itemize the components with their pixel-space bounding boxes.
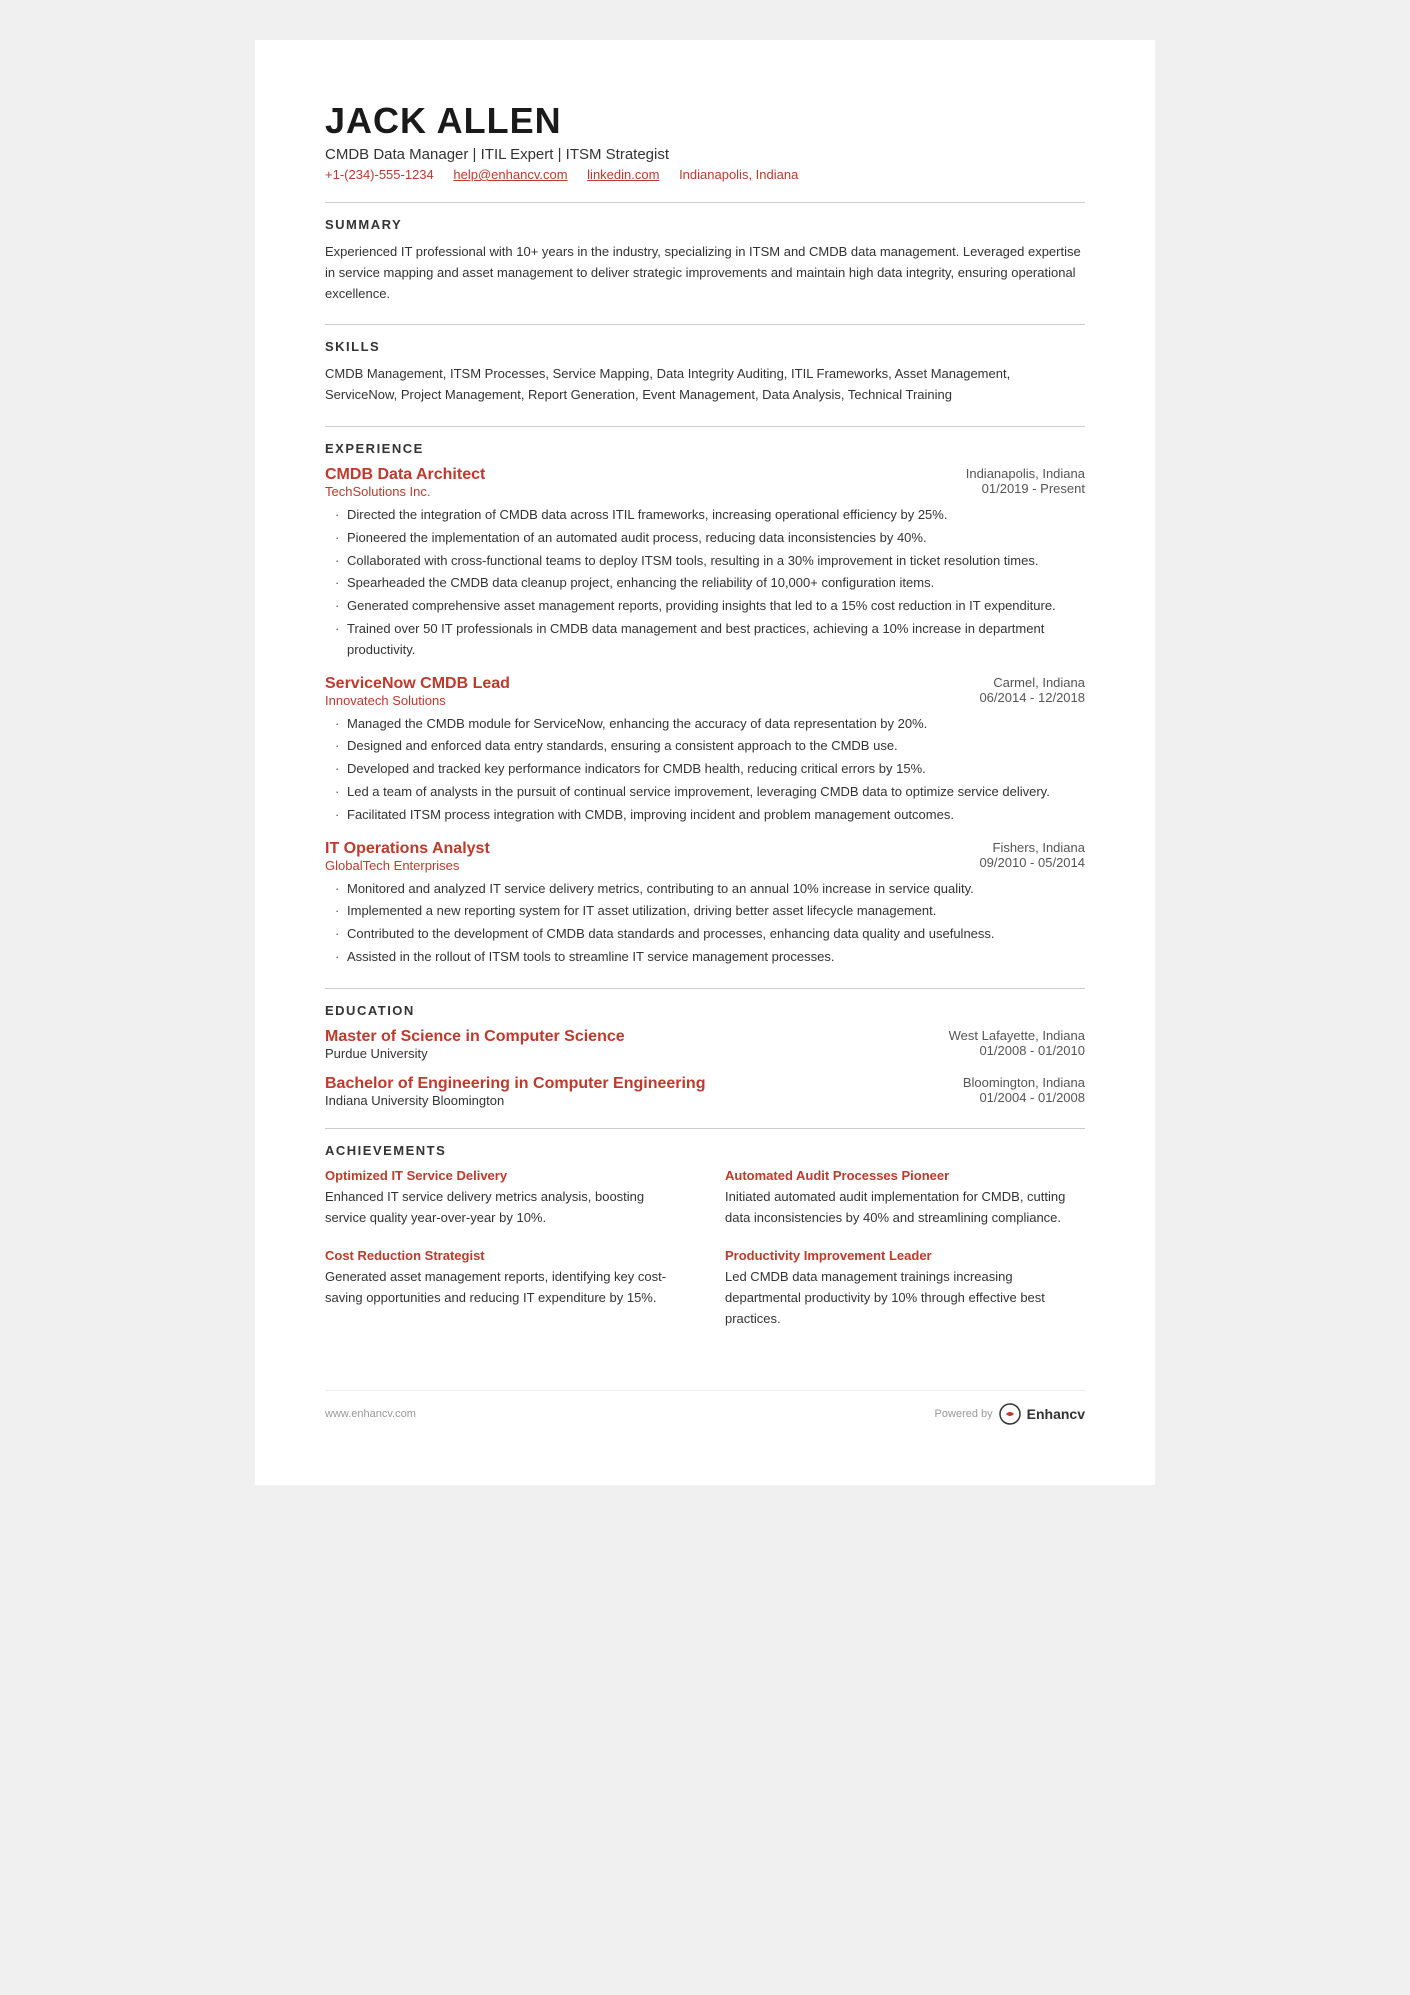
linkedin[interactable]: linkedin.com [587, 167, 659, 182]
achievement-1: Optimized IT Service Delivery Enhanced I… [325, 1168, 685, 1229]
footer-powered-by: Powered by Enhancv [935, 1403, 1085, 1425]
achievement-4-text: Led CMDB data management trainings incre… [725, 1267, 1085, 1329]
summary-text: Experienced IT professional with 10+ yea… [325, 242, 1085, 304]
achievement-3-title: Cost Reduction Strategist [325, 1248, 685, 1263]
achievement-4: Productivity Improvement Leader Led CMDB… [725, 1248, 1085, 1329]
footer: www.enhancv.com Powered by Enhancv [325, 1390, 1085, 1425]
education-section: EDUCATION Master of Science in Computer … [325, 1003, 1085, 1108]
job-3: IT Operations Analyst GlobalTech Enterpr… [325, 840, 1085, 968]
bullet-item: Assisted in the rollout of ITSM tools to… [335, 947, 1085, 968]
bullet-item: Designed and enforced data entry standar… [335, 736, 1085, 757]
bullet-item: Pioneered the implementation of an autom… [335, 528, 1085, 549]
header: JACK ALLEN CMDB Data Manager | ITIL Expe… [325, 100, 1085, 182]
edu-2-location: Bloomington, Indiana [905, 1075, 1085, 1090]
candidate-name: JACK ALLEN [325, 100, 1085, 142]
job-1-bullets: Directed the integration of CMDB data ac… [325, 505, 1085, 661]
email[interactable]: help@enhancv.com [453, 167, 567, 182]
skills-title: SKILLS [325, 339, 1085, 354]
skills-section: SKILLS CMDB Management, ITSM Processes, … [325, 339, 1085, 406]
job-2-title: ServiceNow CMDB Lead [325, 675, 925, 693]
bullet-item: Spearheaded the CMDB data cleanup projec… [335, 573, 1085, 594]
achievement-3-text: Generated asset management reports, iden… [325, 1267, 685, 1309]
achievement-1-text: Enhanced IT service delivery metrics ana… [325, 1187, 685, 1229]
bullet-item: Facilitated ITSM process integration wit… [335, 805, 1085, 826]
experience-title: EXPERIENCE [325, 441, 1085, 456]
bullet-item: Directed the integration of CMDB data ac… [335, 505, 1085, 526]
achievement-4-title: Productivity Improvement Leader [725, 1248, 1085, 1263]
achievement-2: Automated Audit Processes Pioneer Initia… [725, 1168, 1085, 1229]
powered-by-label: Powered by [935, 1408, 993, 1420]
edu-1-degree: Master of Science in Computer Science [325, 1028, 905, 1046]
edu-2: Bachelor of Engineering in Computer Engi… [325, 1075, 1085, 1108]
phone: +1-(234)-555-1234 [325, 167, 434, 182]
job-1-location: Indianapolis, Indiana [925, 466, 1085, 481]
candidate-title: CMDB Data Manager | ITIL Expert | ITSM S… [325, 146, 1085, 163]
enhancv-brand: Enhancv [1027, 1406, 1085, 1422]
skills-divider [325, 426, 1085, 427]
bullet-item: Generated comprehensive asset management… [335, 596, 1085, 617]
contact-line: +1-(234)-555-1234 help@enhancv.com linke… [325, 167, 1085, 182]
bullet-item: Contributed to the development of CMDB d… [335, 924, 1085, 945]
edu-1-dates: 01/2008 - 01/2010 [905, 1043, 1085, 1058]
bullet-item: Monitored and analyzed IT service delive… [335, 879, 1085, 900]
job-1-dates: 01/2019 - Present [925, 481, 1085, 496]
job-2-company: Innovatech Solutions [325, 693, 925, 708]
bullet-item: Led a team of analysts in the pursuit of… [335, 782, 1085, 803]
achievements-grid: Optimized IT Service Delivery Enhanced I… [325, 1168, 1085, 1330]
experience-section: EXPERIENCE CMDB Data Architect TechSolut… [325, 441, 1085, 968]
resume-page: JACK ALLEN CMDB Data Manager | ITIL Expe… [255, 40, 1155, 1485]
achievement-2-text: Initiated automated audit implementation… [725, 1187, 1085, 1229]
bullet-item: Trained over 50 IT professionals in CMDB… [335, 619, 1085, 661]
location: Indianapolis, Indiana [679, 167, 798, 182]
edu-2-dates: 01/2004 - 01/2008 [905, 1090, 1085, 1105]
job-3-location: Fishers, Indiana [925, 840, 1085, 855]
edu-1-school: Purdue University [325, 1046, 905, 1061]
enhancv-logo-icon [999, 1403, 1021, 1425]
achievements-section: ACHIEVEMENTS Optimized IT Service Delive… [325, 1143, 1085, 1330]
achievement-2-title: Automated Audit Processes Pioneer [725, 1168, 1085, 1183]
summary-divider [325, 324, 1085, 325]
education-divider [325, 1128, 1085, 1129]
job-3-bullets: Monitored and analyzed IT service delive… [325, 879, 1085, 968]
bullet-item: Managed the CMDB module for ServiceNow, … [335, 714, 1085, 735]
education-title: EDUCATION [325, 1003, 1085, 1018]
edu-2-school: Indiana University Bloomington [325, 1093, 905, 1108]
summary-title: SUMMARY [325, 217, 1085, 232]
job-3-company: GlobalTech Enterprises [325, 858, 925, 873]
summary-section: SUMMARY Experienced IT professional with… [325, 217, 1085, 304]
achievement-1-title: Optimized IT Service Delivery [325, 1168, 685, 1183]
achievement-3: Cost Reduction Strategist Generated asse… [325, 1248, 685, 1329]
header-divider [325, 202, 1085, 203]
edu-2-degree: Bachelor of Engineering in Computer Engi… [325, 1075, 905, 1093]
job-2-dates: 06/2014 - 12/2018 [925, 690, 1085, 705]
job-2-bullets: Managed the CMDB module for ServiceNow, … [325, 714, 1085, 826]
job-1-title: CMDB Data Architect [325, 466, 925, 484]
job-2-location: Carmel, Indiana [925, 675, 1085, 690]
edu-1: Master of Science in Computer Science Pu… [325, 1028, 1085, 1061]
bullet-item: Implemented a new reporting system for I… [335, 901, 1085, 922]
job-1: CMDB Data Architect TechSolutions Inc. I… [325, 466, 1085, 661]
job-3-title: IT Operations Analyst [325, 840, 925, 858]
edu-1-location: West Lafayette, Indiana [905, 1028, 1085, 1043]
achievements-title: ACHIEVEMENTS [325, 1143, 1085, 1158]
bullet-item: Collaborated with cross-functional teams… [335, 551, 1085, 572]
job-3-dates: 09/2010 - 05/2014 [925, 855, 1085, 870]
job-2: ServiceNow CMDB Lead Innovatech Solution… [325, 675, 1085, 826]
footer-website: www.enhancv.com [325, 1408, 416, 1420]
job-1-company: TechSolutions Inc. [325, 484, 925, 499]
bullet-item: Developed and tracked key performance in… [335, 759, 1085, 780]
skills-text: CMDB Management, ITSM Processes, Service… [325, 364, 1085, 406]
experience-divider [325, 988, 1085, 989]
